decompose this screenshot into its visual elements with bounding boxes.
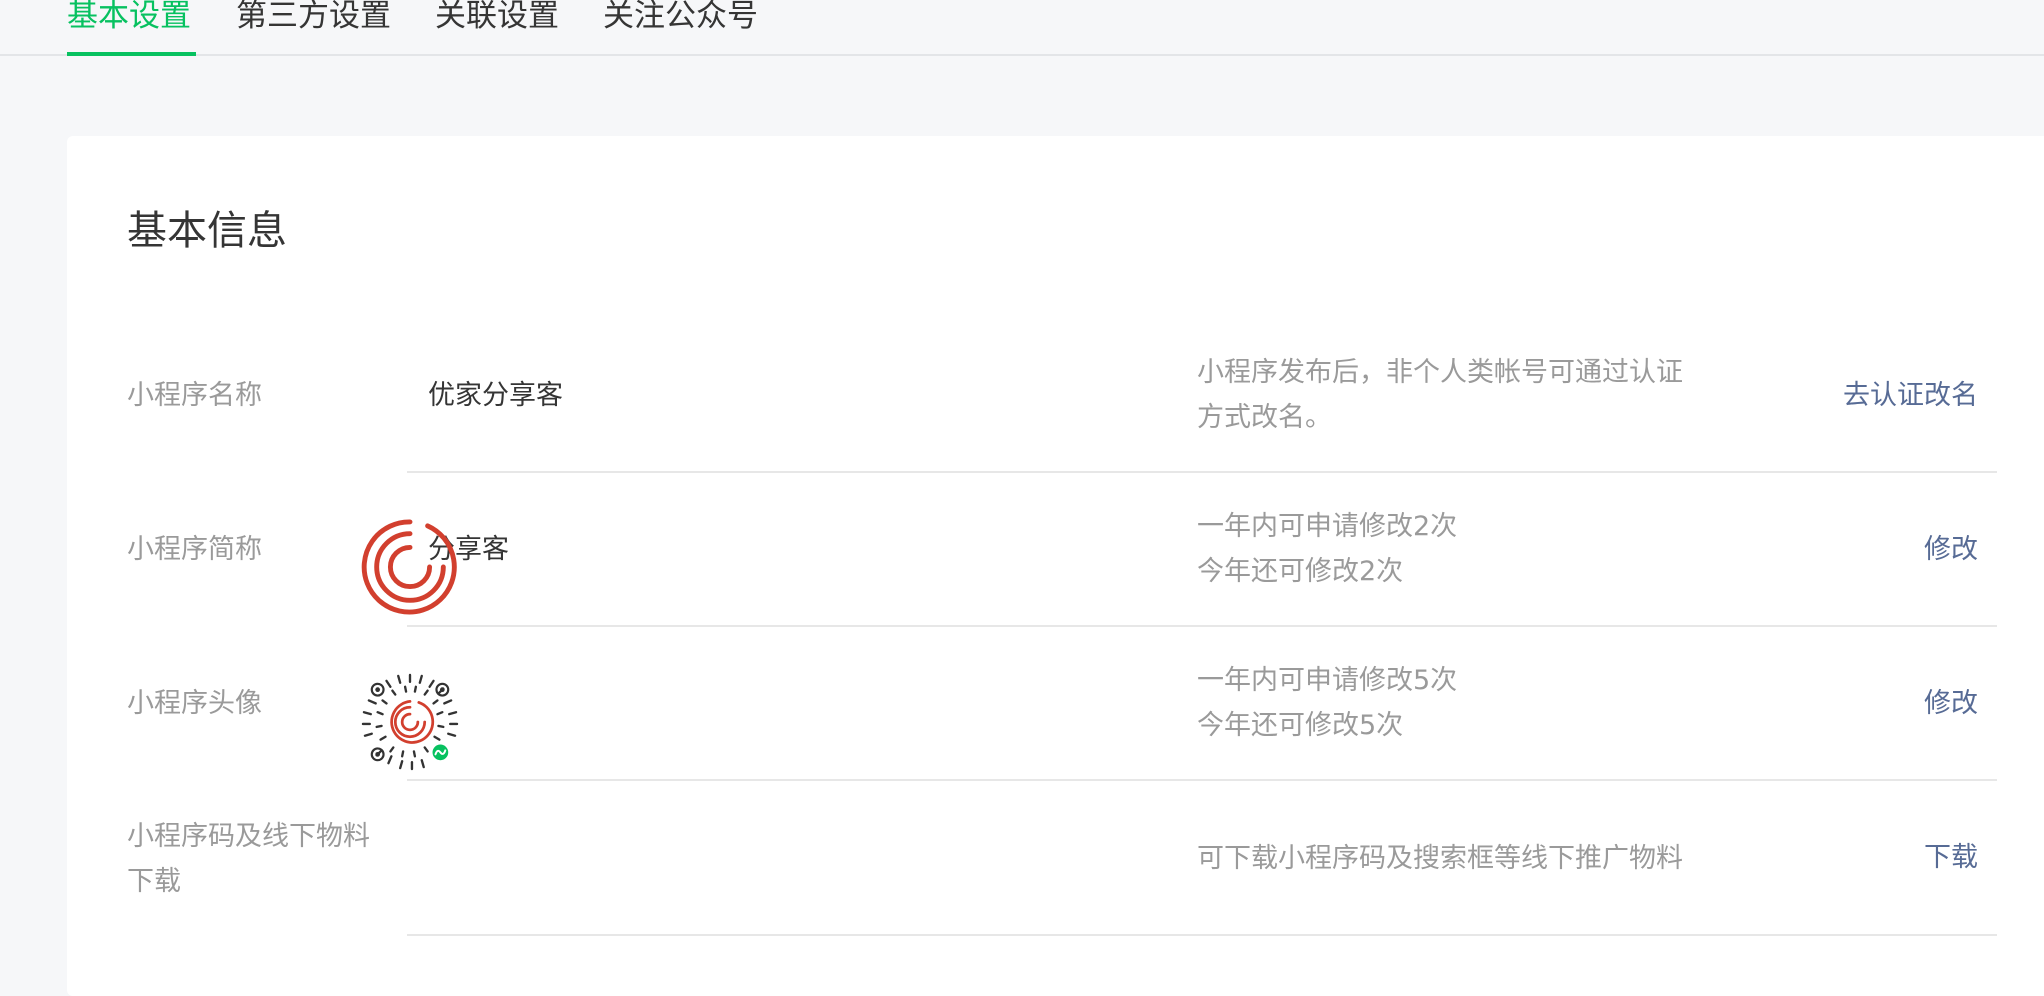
code-tip: 可下载小程序码及搜索框等线下推广物料	[1197, 843, 1683, 874]
avatar-label: 小程序头像	[127, 688, 262, 719]
tab-linked-settings[interactable]: 关联设置	[435, 0, 559, 38]
download-materials-link[interactable]: 下载	[1924, 838, 1978, 878]
code-label-line1: 小程序码及线下物料	[127, 821, 370, 852]
settings-tab-bar: 基本设置 第三方设置 关联设置 关注公众号	[0, 0, 2044, 56]
verify-rename-link[interactable]: 去认证改名	[1843, 376, 1978, 416]
row-divider	[407, 625, 1997, 627]
avatar-tip-line2: 今年还可修改5次	[1197, 710, 1404, 741]
short-name-tip-line2: 今年还可修改2次	[1197, 556, 1404, 587]
avatar-tip-line1: 一年内可申请修改5次	[1197, 665, 1458, 696]
row-divider	[407, 779, 1997, 781]
row-divider	[407, 934, 1997, 936]
mini-program-avatar-icon	[361, 519, 457, 615]
edit-avatar-link[interactable]: 修改	[1924, 684, 1978, 724]
code-label-line2: 下载	[127, 866, 181, 897]
mini-program-code-icon	[361, 673, 459, 771]
tab-basic-settings[interactable]: 基本设置	[67, 0, 191, 38]
active-tab-indicator	[67, 52, 196, 56]
name-tip-line2: 方式改名。	[1197, 402, 1332, 433]
name-label: 小程序名称	[127, 380, 262, 411]
short-name-tip-line1: 一年内可申请修改2次	[1197, 511, 1458, 542]
row-divider	[407, 471, 1997, 473]
card-title: 基本信息	[127, 208, 287, 254]
short-name-label: 小程序简称	[127, 534, 262, 565]
tab-third-party-settings[interactable]: 第三方设置	[236, 0, 391, 38]
name-value: 优家分享客	[428, 380, 563, 411]
edit-short-name-link[interactable]: 修改	[1924, 530, 1978, 570]
name-tip-line1: 小程序发布后，非个人类帐号可通过认证	[1197, 357, 1683, 388]
tab-follow-official-account[interactable]: 关注公众号	[603, 0, 758, 38]
